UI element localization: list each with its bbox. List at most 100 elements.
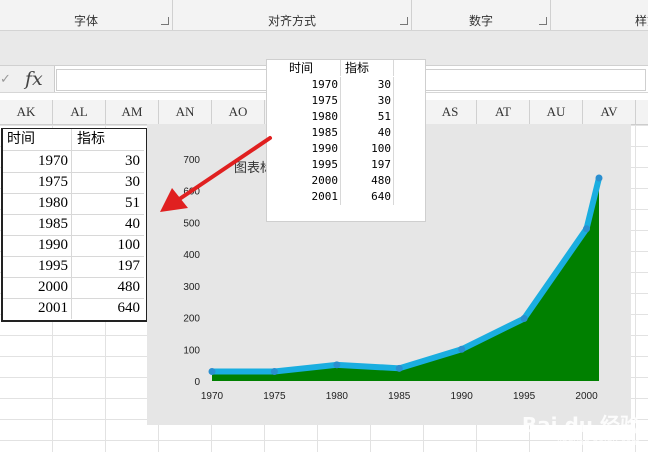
value-cell[interactable]: 30	[73, 172, 144, 193]
dialog-launcher-icon[interactable]	[539, 17, 547, 25]
overlay-year: 1975	[267, 93, 341, 109]
x-tick-label: 2000	[575, 391, 598, 402]
dialog-launcher-icon[interactable]	[400, 17, 408, 25]
year-cell[interactable]: 2001	[3, 298, 72, 319]
ribbon: 字体 对齐方式 数字 样式	[0, 0, 648, 31]
column-header-as[interactable]: AS	[424, 100, 477, 124]
column-header-ak[interactable]: AK	[0, 100, 53, 124]
overlay-row: 1990 100	[267, 141, 425, 157]
column-header-al[interactable]: AL	[53, 100, 106, 124]
watermark-url: jingyan.baidu.com	[556, 438, 640, 448]
column-header-am[interactable]: AM	[106, 100, 159, 124]
column-header-an[interactable]: AN	[159, 100, 212, 124]
overlay-value: 30	[342, 93, 394, 109]
arrow-shaft	[173, 136, 272, 204]
overlay-row: 2001 640	[267, 189, 425, 205]
overlay-value: 40	[342, 125, 394, 141]
table-header-row[interactable]: 时间 指标	[3, 129, 144, 151]
value-cell[interactable]: 480	[73, 277, 144, 298]
year-cell[interactable]: 1980	[3, 193, 72, 214]
x-tick-label: 1975	[263, 391, 286, 402]
x-tick-label: 1995	[513, 391, 536, 402]
value-cell[interactable]: 40	[73, 214, 144, 235]
overlay-row: 1970 30	[267, 77, 425, 93]
dialog-launcher-icon[interactable]	[161, 17, 169, 25]
overlay-value: 640	[342, 189, 394, 205]
header-cell-time[interactable]: 时间	[3, 129, 72, 150]
x-tick-label: 1985	[388, 391, 411, 402]
table-row[interactable]: 2001 640	[3, 298, 144, 319]
overlay-year: 1980	[267, 109, 341, 125]
data-point[interactable]	[208, 367, 216, 375]
y-tick-label: 200	[183, 314, 200, 325]
arrow-head	[160, 188, 188, 212]
value-cell[interactable]: 640	[73, 298, 144, 319]
column-header-au[interactable]: AU	[530, 100, 583, 124]
data-point[interactable]	[458, 345, 466, 353]
data-point[interactable]	[520, 315, 528, 323]
overlay-row: 1995 197	[267, 157, 425, 173]
table-row[interactable]: 1980 51	[3, 193, 144, 215]
insert-function-icon[interactable]: fx	[25, 66, 43, 92]
watermark-brand: Bai du 经验	[521, 413, 640, 437]
value-cell[interactable]: 197	[73, 256, 144, 277]
y-tick-label: 100	[183, 345, 200, 356]
y-tick-label: 500	[183, 218, 200, 229]
red-arrow-icon	[160, 136, 272, 212]
year-cell[interactable]: 1985	[3, 214, 72, 235]
table-row[interactable]: 1995 197	[3, 256, 144, 278]
table-row[interactable]: 2000 480	[3, 277, 144, 299]
table-row[interactable]: 1985 40	[3, 214, 144, 236]
overlay-header-time: 时间	[267, 60, 341, 76]
column-header-at[interactable]: AT	[477, 100, 530, 124]
data-point[interactable]	[270, 367, 278, 375]
check-icon[interactable]: ✓	[0, 66, 11, 92]
column-header-ao[interactable]: AO	[212, 100, 265, 124]
ribbon-group-font-label: 字体	[73, 14, 98, 28]
overlay-row: 1975 30	[267, 93, 425, 109]
overlay-value: 51	[342, 109, 394, 125]
value-cell[interactable]: 100	[73, 235, 144, 256]
grid-column-line	[635, 125, 636, 452]
overlay-value: 480	[342, 173, 394, 189]
overlay-value: 100	[342, 141, 394, 157]
header-cell-index[interactable]: 指标	[73, 129, 144, 150]
value-cell[interactable]: 30	[73, 151, 144, 172]
pasted-data-overlay[interactable]: 时间 指标 1970 30 1975 30 1980 51 1985 40 19…	[266, 59, 426, 222]
x-tick-label: 1970	[201, 391, 224, 402]
table-row[interactable]: 1990 100	[3, 235, 144, 257]
data-point[interactable]	[395, 364, 403, 372]
year-cell[interactable]: 1975	[3, 172, 72, 193]
ribbon-group-alignment-label: 对齐方式	[267, 14, 316, 28]
data-point[interactable]	[595, 174, 603, 182]
year-cell[interactable]: 1995	[3, 256, 72, 277]
x-tick-label: 1980	[326, 391, 349, 402]
y-tick-label: 400	[183, 250, 200, 261]
y-tick-label: 300	[183, 282, 200, 293]
overlay-year: 1970	[267, 77, 341, 93]
ribbon-group-styles-label: 样式	[635, 14, 648, 28]
ribbon-group-number-label: 数字	[468, 14, 493, 28]
overlay-value: 197	[342, 157, 394, 173]
overlay-header-index: 指标	[342, 60, 394, 76]
value-cell[interactable]: 51	[73, 193, 144, 214]
x-tick-label: 1990	[451, 391, 474, 402]
watermark-logo: Bai du 经验 jingyan.baidu.com	[522, 409, 640, 448]
year-cell[interactable]: 1990	[3, 235, 72, 256]
year-cell[interactable]: 2000	[3, 277, 72, 298]
table-row[interactable]: 1970 30	[3, 151, 144, 173]
overlay-row: 2000 480	[267, 173, 425, 189]
ribbon-group-styles: 样式	[551, 0, 648, 30]
overlay-value: 30	[342, 77, 394, 93]
data-point[interactable]	[333, 361, 341, 369]
table-row[interactable]: 1975 30	[3, 172, 144, 194]
source-data-range[interactable]: 时间 指标 1970 30 1975 30 1980 51 1985 40 19…	[1, 128, 148, 322]
overlay-row: 1985 40	[267, 125, 425, 141]
data-point[interactable]	[583, 225, 591, 233]
year-cell[interactable]: 1970	[3, 151, 72, 172]
overlay-header-row: 时间 指标	[267, 60, 425, 76]
column-header-av[interactable]: AV	[583, 100, 636, 124]
ribbon-group-font: 字体	[0, 0, 173, 30]
y-tick-label: 0	[194, 377, 200, 388]
overlay-row: 1980 51	[267, 109, 425, 125]
